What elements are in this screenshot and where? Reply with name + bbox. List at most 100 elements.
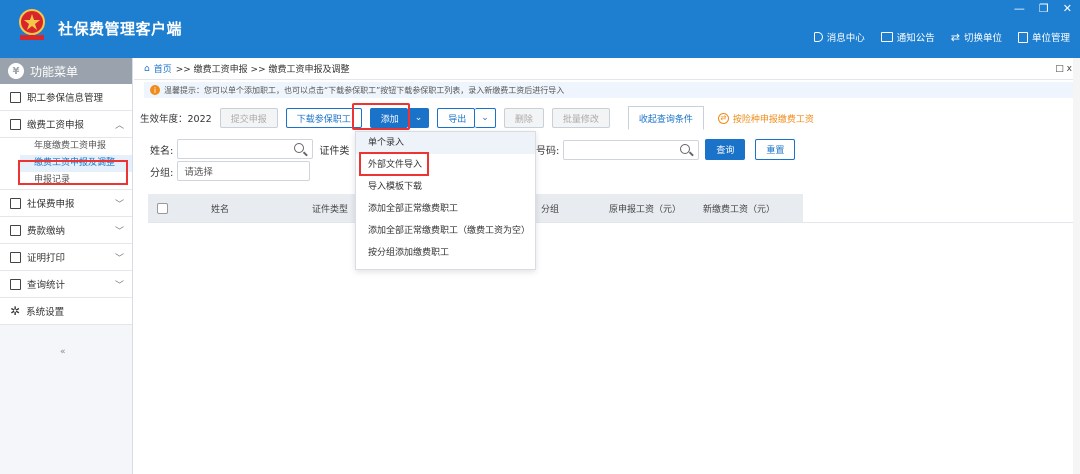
group-select[interactable]: 请选择 xyxy=(177,161,311,181)
building-icon xyxy=(1017,31,1028,43)
nav-label: 通知公告 xyxy=(896,33,935,44)
info-icon: i xyxy=(150,85,160,95)
app-title: 社保费管理客户端 xyxy=(58,20,183,38)
tip-text: 温馨提示：您可以单个添加职工，也可以点击“下载参保职工”按钮下载参保职工列表，录… xyxy=(164,85,565,95)
window-controls: — ❐ ✕ xyxy=(1014,2,1072,15)
title-bar: 社保费管理客户端 — ❐ ✕ 消息中心 通知公告 ⇄ 切换单位 单位管理 xyxy=(0,0,1080,58)
filter-row-2: 分组: 请选择 xyxy=(150,161,311,181)
menu-item-template-download[interactable]: 导入模板下载 xyxy=(356,176,535,198)
collapse-query-toggle[interactable]: 收起查询条件 xyxy=(627,106,704,130)
chevron-down-icon: ﹀ xyxy=(114,253,124,264)
export-dropdown-chevron-icon[interactable]: ⌄ xyxy=(475,108,496,128)
switch-icon: ⇄ xyxy=(717,112,729,124)
sidebar-item-query-stats[interactable]: 查询统计 ﹀ xyxy=(0,271,132,298)
chevron-down-icon: ﹀ xyxy=(114,280,124,291)
sidebar-item-label: 社保费申报 xyxy=(27,199,75,210)
sidebar-item-wage-declaration[interactable]: 缴费工资申报 ︿ xyxy=(0,111,132,138)
name-label: 姓名: xyxy=(150,145,174,157)
download-employees-button[interactable]: 下载参保职工 xyxy=(285,108,362,128)
select-all-checkbox[interactable] xyxy=(157,202,168,214)
sidebar-item-label: 查询统计 xyxy=(27,280,66,291)
nav-message-center[interactable]: 消息中心 xyxy=(813,30,865,44)
chart-icon xyxy=(10,278,21,290)
sidebar-collapse-button[interactable]: « xyxy=(60,347,66,357)
tip-bar: i 温馨提示：您可以单个添加职工，也可以点击“下载参保职工”按钮下载参保职工列表… xyxy=(144,82,1074,98)
nav-label: 单位管理 xyxy=(1031,33,1070,44)
id-number-label: 号码: xyxy=(536,146,560,157)
toolbar: 生效年度：2022 提交申报 下载参保职工 添加 ⌄ 导出 ⌄ 删除 批量修改 … xyxy=(140,106,814,130)
submit-declaration-button[interactable]: 提交申报 xyxy=(219,108,278,128)
mail-icon xyxy=(880,32,893,42)
delete-button[interactable]: 删除 xyxy=(503,108,544,128)
nav-label: 消息中心 xyxy=(826,33,865,44)
batch-edit-button[interactable]: 批量修改 xyxy=(551,108,610,128)
declare-by-type-label: 按险种申报缴费工资 xyxy=(732,114,814,125)
emblem-logo xyxy=(19,9,45,40)
breadcrumb-home[interactable]: 首页 xyxy=(154,62,172,75)
col-original-wage: 原申报工资（元） xyxy=(608,204,681,215)
export-button-group: 导出 ⌄ xyxy=(437,108,496,128)
search-icon[interactable] xyxy=(680,143,691,154)
sidebar: ¥ 功能菜单 职工参保信息管理 缴费工资申报 ︿ 年度缴费工资申报 缴费工资申报… xyxy=(0,58,133,474)
list-icon xyxy=(10,197,21,209)
breadcrumb: ⌂ 首页 >> 缴费工资申报 >> 缴费工资申报及调整 xyxy=(134,58,1080,80)
book-icon xyxy=(10,224,21,236)
switch-icon: ⇄ xyxy=(950,30,960,44)
query-button[interactable]: 查询 xyxy=(705,139,746,160)
chevron-down-icon: ﹀ xyxy=(114,226,124,237)
top-nav: 消息中心 通知公告 ⇄ 切换单位 单位管理 xyxy=(813,30,1070,45)
filter-row-1: 姓名: 证件类 xyxy=(150,139,349,159)
effective-year: 生效年度：2022 xyxy=(140,114,212,125)
document-icon xyxy=(10,251,21,263)
grid-icon xyxy=(10,91,21,103)
menu-item-add-all-normal-empty-wage[interactable]: 添加全部正常缴费职工（缴费工资为空） xyxy=(356,220,535,242)
group-label: 分组: xyxy=(150,167,174,179)
restore-icon[interactable]: ❐ xyxy=(1039,2,1049,15)
export-button[interactable]: 导出 xyxy=(437,108,476,128)
nav-switch-unit[interactable]: ⇄ 切换单位 xyxy=(950,30,1002,45)
menu-item-add-by-group[interactable]: 按分组添加缴费职工 xyxy=(356,242,535,264)
menu-item-single-entry[interactable]: 单个录入 xyxy=(356,132,535,154)
gear-icon: ✲ xyxy=(10,304,21,318)
sidebar-item-label: 证明打印 xyxy=(27,253,66,264)
sidebar-title: 功能菜单 xyxy=(30,64,79,79)
sidebar-item-label: 费款缴纳 xyxy=(27,226,66,237)
add-dropdown-chevron-icon[interactable]: ⌄ xyxy=(407,108,430,128)
grid-body xyxy=(148,222,1074,474)
sidebar-item-employee-info[interactable]: 职工参保信息管理 xyxy=(0,84,132,111)
submenu-annual-wage[interactable]: 年度缴费工资申报 xyxy=(20,138,132,155)
yuan-icon: ¥ xyxy=(8,63,24,79)
col-new-wage: 新缴费工资（元） xyxy=(702,204,775,215)
nav-label: 切换单位 xyxy=(963,33,1002,44)
sidebar-item-label: 缴费工资申报 xyxy=(27,120,85,131)
id-number-input[interactable] xyxy=(563,139,700,160)
edit-icon xyxy=(10,118,21,130)
main-content: ⌂ 首页 >> 缴费工资申报 >> 缴费工资申报及调整 □ x i 温馨提示：您… xyxy=(134,58,1080,474)
tab-close-controls[interactable]: □ x xyxy=(1055,64,1072,74)
search-icon[interactable] xyxy=(294,143,305,153)
highlight-box-import xyxy=(359,152,429,176)
home-icon: ⌂ xyxy=(144,63,150,74)
col-name: 姓名 xyxy=(210,204,229,215)
vertical-scrollbar[interactable] xyxy=(1073,58,1080,474)
sidebar-item-certificate-print[interactable]: 证明打印 ﹀ xyxy=(0,244,132,271)
chevron-down-icon: ﹀ xyxy=(114,199,124,210)
nav-unit-management[interactable]: 单位管理 xyxy=(1017,30,1070,44)
highlight-box-submenu xyxy=(18,160,128,185)
sidebar-item-social-fee[interactable]: 社保费申报 ﹀ xyxy=(0,190,132,217)
sidebar-item-label: 职工参保信息管理 xyxy=(27,93,104,104)
close-window-icon[interactable]: ✕ xyxy=(1063,2,1072,15)
name-input[interactable] xyxy=(177,139,314,159)
menu-item-add-all-normal[interactable]: 添加全部正常缴费职工 xyxy=(356,198,535,220)
filter-row-1b: 号码: 查询 重置 xyxy=(536,139,803,160)
chevron-up-icon: ︿ xyxy=(114,120,124,131)
minimize-icon[interactable]: — xyxy=(1014,2,1025,15)
reset-button[interactable]: 重置 xyxy=(755,139,796,160)
sidebar-item-payment[interactable]: 费款缴纳 ﹀ xyxy=(0,217,132,244)
speaker-icon xyxy=(813,32,823,42)
sidebar-item-label: 系统设置 xyxy=(26,307,65,318)
sidebar-item-settings[interactable]: ✲ 系统设置 xyxy=(0,298,132,325)
nav-notices[interactable]: 通知公告 xyxy=(880,30,935,44)
id-type-label: 证件类 xyxy=(319,145,350,157)
declare-by-type-link[interactable]: ⇄ 按险种申报缴费工资 xyxy=(717,112,814,125)
